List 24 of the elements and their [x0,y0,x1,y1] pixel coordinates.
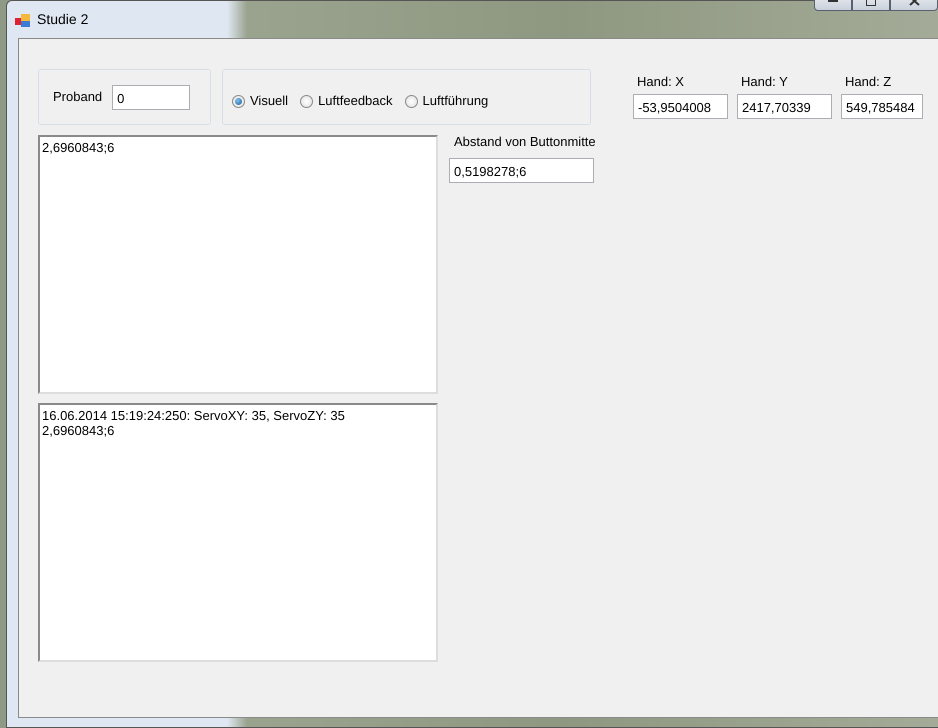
radio-button[interactable] [232,94,245,108]
radio-button[interactable] [404,94,418,108]
coordinate-label: Hand: Z [845,73,892,91]
coordinate-field[interactable]: 2417,70339 [737,94,832,118]
result-text-area[interactable]: 2,6960843;6 [38,135,438,394]
proband-field[interactable]: 0 [112,84,190,110]
distance-field[interactable]: 0,5198278;6 [449,158,594,182]
text-line: 2,6960843;6 [42,140,114,155]
coordinate-label: Hand: X [637,73,685,91]
coordinate-label: Hand: Y [741,73,789,91]
text-line: 2,6960843;6 [42,423,114,438]
log-text-area[interactable]: 16.06.2014 15:19:24:250: ServoXY: 35, ServoZY: 35 2,6960843;6 [38,403,438,662]
text-line: 16.06.2014 15:19:24:250: ServoXY: 35, ServoZY: 35 [42,408,345,423]
coordinate-field[interactable]: -53,9504008 [633,94,728,118]
radio-button[interactable] [300,94,314,108]
distance-label: Abstand von Buttonmitte [454,133,596,151]
proband-label: Proband [53,88,102,106]
radio-option[interactable]: Luftfeedback [300,91,393,111]
app-icon [15,12,31,28]
coordinate-field[interactable]: 549,785484 [841,94,923,118]
window-title: Studie 2 [37,10,88,29]
radio-option[interactable]: Visuell [232,91,288,111]
minimize-icon [828,0,838,3]
radio-option[interactable]: Luftführung [404,91,488,111]
